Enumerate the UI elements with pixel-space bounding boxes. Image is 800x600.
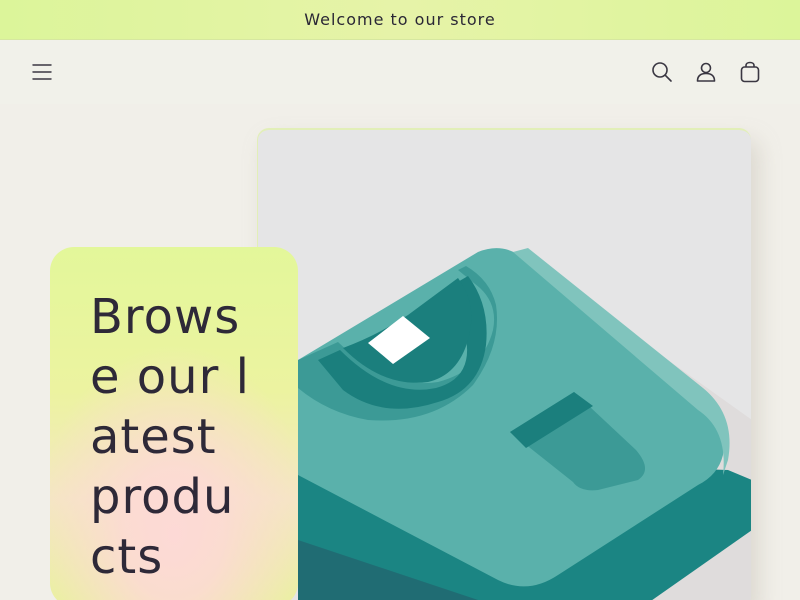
hamburger-menu-icon	[32, 64, 52, 80]
cart-icon	[740, 61, 760, 83]
announcement-text: Welcome to our store	[304, 10, 496, 29]
announcement-bar: Welcome to our store	[0, 0, 800, 40]
cart-button[interactable]	[732, 54, 768, 90]
account-button[interactable]	[688, 54, 724, 90]
hero-image-card[interactable]	[257, 128, 751, 600]
hero-text-card: Browse our latest products	[50, 247, 298, 600]
search-button[interactable]	[644, 54, 680, 90]
menu-button[interactable]	[24, 54, 60, 90]
hero-section: Browse our latest products	[0, 104, 800, 600]
site-header	[0, 40, 800, 104]
hero-heading: Browse our latest products	[90, 289, 250, 585]
search-icon	[652, 62, 672, 82]
folded-tshirt-illustration	[298, 248, 751, 600]
user-icon	[696, 62, 716, 82]
